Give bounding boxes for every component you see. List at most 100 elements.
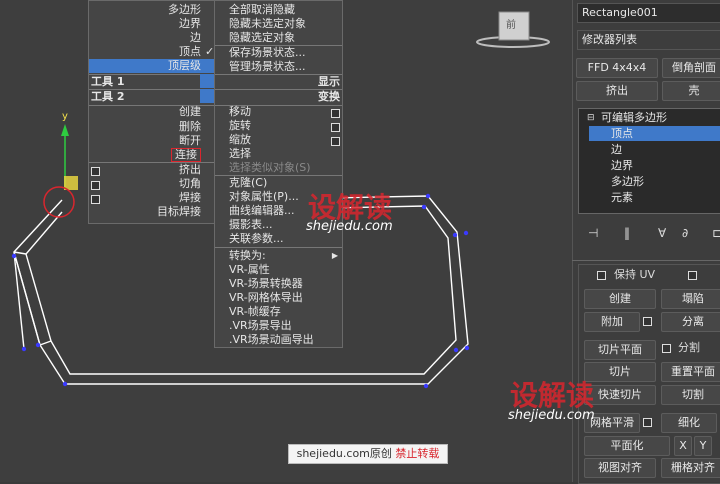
quad-menu-right: 全部取消隐藏 隐藏未选定对象 隐藏选定对象 保存场景状态... 管理场景状态..… xyxy=(214,0,343,348)
slice-button[interactable]: 切片 xyxy=(584,362,656,382)
object-name-field[interactable]: Rectangle001 xyxy=(577,3,720,23)
menu-item-unhide-all[interactable]: 全部取消隐藏 xyxy=(229,3,295,17)
collapse-icon[interactable]: ⊟ xyxy=(587,111,595,125)
menu-item-select-similar[interactable]: 选择类似对象(S) xyxy=(229,161,311,175)
divider xyxy=(215,247,342,248)
keep-uv-settings-icon[interactable] xyxy=(688,271,697,280)
stack-item-vertex[interactable]: 顶点 xyxy=(589,126,720,141)
remove-modifier-icon[interactable]: ∂ xyxy=(682,226,688,240)
stack-toolbar: ⊣ ‖ ∀ ∂ ⊏ xyxy=(584,226,720,244)
stack-item-edge[interactable]: 边 xyxy=(611,142,622,157)
quad-selector-tl[interactable] xyxy=(200,74,214,88)
settings-box-icon[interactable] xyxy=(91,167,100,176)
make-unique-icon[interactable]: ∀ xyxy=(658,226,666,240)
settings-box-icon[interactable] xyxy=(331,109,340,118)
menu-item-break[interactable]: 断开 xyxy=(179,134,201,148)
xy-plane-handle[interactable] xyxy=(64,176,78,190)
create-button[interactable]: 创建 xyxy=(584,289,656,309)
stack-item-element[interactable]: 元素 xyxy=(611,190,633,205)
menu-item-scale[interactable]: 缩放 xyxy=(229,133,251,147)
submenu-arrow-icon: ▶ xyxy=(331,251,338,260)
menu-item-manage-scene-state[interactable]: 管理场景状态... xyxy=(229,60,306,74)
stack-item-polygon[interactable]: 多边形 xyxy=(611,174,644,189)
menu-item-wire-parameters[interactable]: 关联参数... xyxy=(229,232,284,246)
tessellate-button[interactable]: 细化 xyxy=(661,413,717,433)
configure-modifier-icon[interactable]: ⊏ xyxy=(712,226,720,240)
attach-settings-icon[interactable] xyxy=(643,317,652,326)
extrude-modifier-button[interactable]: 挤出 xyxy=(576,81,658,101)
collapse-button[interactable]: 塌陷 xyxy=(661,289,720,309)
menu-item-select[interactable]: 选择 xyxy=(229,147,251,161)
detach-button[interactable]: 分离 xyxy=(661,312,720,332)
meshsmooth-settings-icon[interactable] xyxy=(643,418,652,427)
menu-item-top-level[interactable]: 顶层级 xyxy=(89,59,215,73)
menu-item-create[interactable]: 创建 xyxy=(179,105,201,119)
stack-item-editable-poly[interactable]: 可编辑多边形 xyxy=(601,110,667,125)
menu-item-hide-unselected[interactable]: 隐藏未选定对象 xyxy=(229,17,306,31)
watermark-url: shejiedu.com xyxy=(508,408,595,423)
quad-selector-bl[interactable] xyxy=(200,89,214,103)
pin-stack-icon[interactable]: ⊣ xyxy=(588,226,598,240)
stack-item-vertex-label: 顶点 xyxy=(611,127,633,140)
reset-plane-button[interactable]: 重置平面 xyxy=(661,362,720,382)
menu-item-dope-sheet[interactable]: 摄影表... xyxy=(229,218,273,232)
viewcube-label: 前 xyxy=(506,20,516,31)
planarize-button[interactable]: 平面化 xyxy=(584,436,670,456)
menu-item-border[interactable]: 边界 xyxy=(179,17,201,31)
menu-item-save-scene-state[interactable]: 保存场景状态... xyxy=(229,46,306,60)
menu-item-curve-editor[interactable]: 曲线编辑器... xyxy=(229,204,295,218)
display-label: 显示 xyxy=(318,75,340,88)
shell-button[interactable]: 壳 xyxy=(662,81,720,101)
quickslice-button[interactable]: 快速切片 xyxy=(584,385,656,405)
planarize-x-button[interactable]: X xyxy=(674,436,692,456)
menu-item-delete[interactable]: 删除 xyxy=(179,120,201,134)
modifier-list-dropdown[interactable]: 修改器列表 xyxy=(577,30,720,50)
quad-menu-left: 多边形 边界 边 顶点 ✓ 顶层级 工具 1 工具 2 创建 删除 断开 连接 … xyxy=(88,0,216,224)
menu-item-edge[interactable]: 边 xyxy=(190,31,201,45)
split-checkbox[interactable] xyxy=(662,344,671,353)
menu-item-vr-framebuffer[interactable]: VR-帧缓存 xyxy=(229,305,281,319)
stack-item-border[interactable]: 边界 xyxy=(611,158,633,173)
menu-item-vr-properties[interactable]: VR-属性 xyxy=(229,263,270,277)
ffd-button[interactable]: FFD 4x4x4 xyxy=(576,58,658,78)
y-axis-arrow[interactable] xyxy=(61,124,69,136)
grid-align-button[interactable]: 栅格对齐 xyxy=(661,458,720,478)
menu-item-vr-scene-anim-export[interactable]: .VR场景动画导出 xyxy=(229,333,314,347)
keep-uv-label: 保持 UV xyxy=(614,268,656,281)
menu-item-connect[interactable]: 连接 xyxy=(171,148,201,162)
modifier-stack[interactable]: ⊟ 可编辑多边形 顶点 边 边界 多边形 元素 xyxy=(578,108,720,214)
menu-item-polygon[interactable]: 多边形 xyxy=(168,3,201,17)
menu-item-rotate[interactable]: 旋转 xyxy=(229,119,251,133)
settings-box-icon[interactable] xyxy=(331,123,340,132)
settings-box-icon[interactable] xyxy=(91,181,100,190)
settings-box-icon[interactable] xyxy=(331,137,340,146)
keep-uv-checkbox[interactable] xyxy=(597,271,606,280)
menu-item-vertex[interactable]: 顶点 xyxy=(179,45,201,59)
selection-circle-annotation xyxy=(43,186,75,218)
menu-item-extrude[interactable]: 挤出 xyxy=(179,163,201,177)
view-align-button[interactable]: 视图对齐 xyxy=(584,458,656,478)
planarize-y-button[interactable]: Y xyxy=(694,436,712,456)
menu-item-vr-scene-export[interactable]: .VR场景导出 xyxy=(229,319,292,333)
transform-label: 变换 xyxy=(318,90,340,103)
attach-button[interactable]: 附加 xyxy=(584,312,640,332)
menu-item-chamfer[interactable]: 切角 xyxy=(179,177,201,191)
cut-button[interactable]: 切割 xyxy=(661,385,720,405)
show-end-result-icon[interactable]: ‖ xyxy=(624,226,630,240)
menu-item-move[interactable]: 移动 xyxy=(229,105,251,119)
axis-y-label: y xyxy=(62,111,68,122)
split-label: 分割 xyxy=(678,341,700,354)
menu-item-hide-selected[interactable]: 隐藏选定对象 xyxy=(229,31,295,45)
menu-item-vr-mesh-export[interactable]: VR-网格体导出 xyxy=(229,291,303,305)
menu-item-target-weld[interactable]: 目标焊接 xyxy=(157,205,201,219)
menu-item-vr-scene-converter[interactable]: VR-场景转换器 xyxy=(229,277,303,291)
menu-item-clone[interactable]: 克隆(C) xyxy=(229,176,267,190)
watermark-url: shejiedu.com xyxy=(306,219,393,234)
bevel-profile-button[interactable]: 倒角剖面 xyxy=(662,58,720,78)
slice-plane-button[interactable]: 切片平面 xyxy=(584,340,656,360)
menu-item-convert-to[interactable]: 转换为: xyxy=(229,249,266,263)
menu-item-object-properties[interactable]: 对象属性(P)... xyxy=(229,190,299,204)
tool1-label: 工具 1 xyxy=(91,75,125,88)
menu-item-weld[interactable]: 焊接 xyxy=(179,191,201,205)
settings-box-icon[interactable] xyxy=(91,195,100,204)
